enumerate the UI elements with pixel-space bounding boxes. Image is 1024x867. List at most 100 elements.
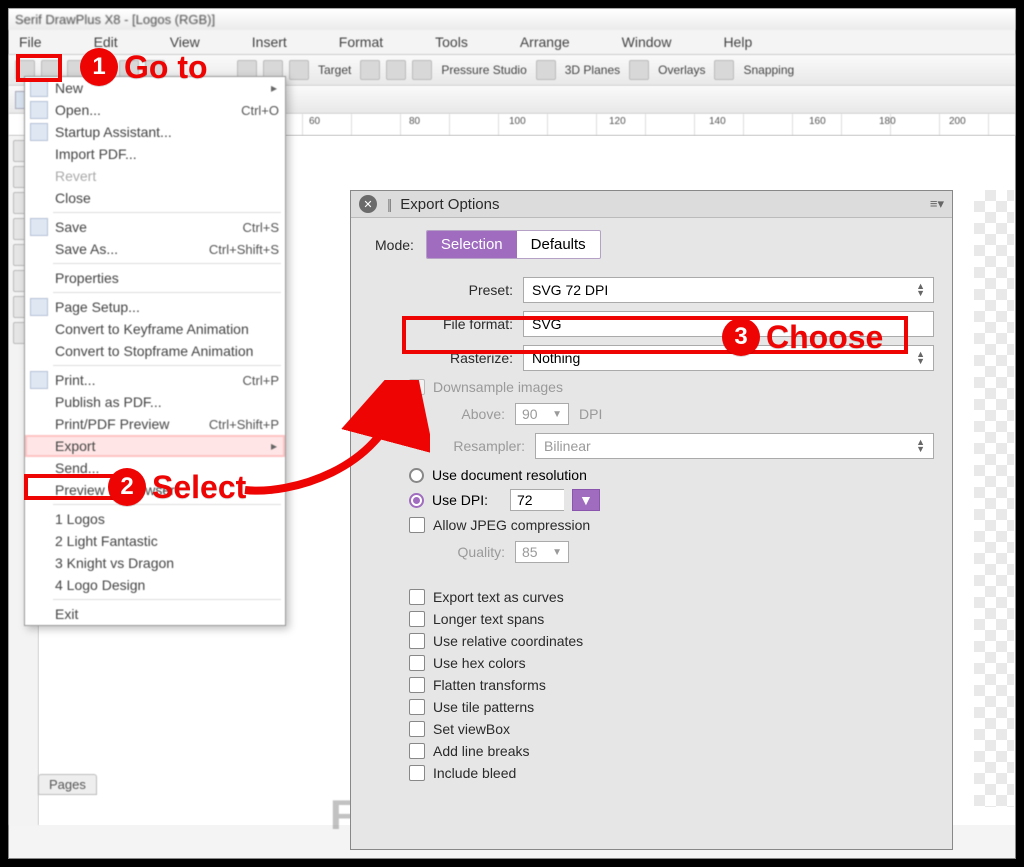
bleed-checkbox[interactable]: Include bleed xyxy=(409,765,934,781)
menu-arrange[interactable]: Arrange xyxy=(484,32,578,52)
annotation-2: 2 Select xyxy=(108,468,246,506)
resampler-select: Bilinear▲▼ xyxy=(535,433,934,459)
menu-item-label: Revert xyxy=(55,168,96,184)
file-menu-item[interactable]: Open... Ctrl+O xyxy=(25,99,285,121)
rasterize-value: Nothing xyxy=(532,350,580,366)
menu-item-icon xyxy=(30,218,48,236)
menu-item-label: Page Setup... xyxy=(55,299,140,315)
dialog-titlebar[interactable]: ✕ || Export Options ≡▾ xyxy=(351,191,952,218)
toolbar-icon[interactable] xyxy=(629,60,649,80)
longer-spans-checkbox[interactable]: Longer text spans xyxy=(409,611,934,627)
above-select: 90▼ xyxy=(515,403,569,425)
ruler-tick: 120 xyxy=(609,116,626,127)
file-menu-item[interactable]: SaveCtrl+S xyxy=(25,216,285,238)
menu-item-shortcut: Ctrl+O xyxy=(241,103,279,118)
tile-patterns-checkbox[interactable]: Use tile patterns xyxy=(409,699,934,715)
menu-window[interactable]: Window xyxy=(586,32,680,52)
preset-select[interactable]: SVG 72 DPI ▲▼ xyxy=(523,277,934,303)
pages-tab[interactable]: Pages xyxy=(38,774,97,795)
linebreaks-checkbox[interactable]: Add line breaks xyxy=(409,743,934,759)
menu-item-label: Print/PDF Preview xyxy=(55,416,169,432)
title-bar: Serif DrawPlus X8 - [Logos (RGB)] xyxy=(9,9,1015,30)
menu-item-label: 2 Light Fantastic xyxy=(55,533,158,549)
menu-item-label: 4 Logo Design xyxy=(55,577,145,593)
use-doc-res-radio[interactable]: Use document resolution xyxy=(409,467,934,483)
dpi-input[interactable]: 72 xyxy=(510,489,564,511)
ruler-tick: 200 xyxy=(949,116,966,127)
annotation-3-badge: 3 xyxy=(722,318,760,356)
toolbar-snapping[interactable]: Snapping xyxy=(740,63,797,77)
menu-item-icon xyxy=(30,101,48,119)
file-menu-item[interactable]: Import PDF... xyxy=(25,143,285,165)
format-value: SVG xyxy=(532,316,562,332)
mode-selection[interactable]: Selection xyxy=(427,231,517,258)
file-menu-item[interactable]: Startup Assistant... xyxy=(25,121,285,143)
transparency-checker xyxy=(974,190,1014,807)
file-menu-item[interactable]: Properties xyxy=(25,267,285,289)
use-dpi-radio[interactable]: Use DPI: 72 ▼ xyxy=(409,489,934,511)
dialog-menu-icon[interactable]: ≡▾ xyxy=(930,196,944,212)
menu-item-label: Open... xyxy=(55,102,101,118)
file-menu-item[interactable]: Page Setup... xyxy=(25,296,285,318)
mode-defaults[interactable]: Defaults xyxy=(517,231,600,258)
file-menu-item[interactable]: Exit xyxy=(25,603,285,625)
menu-item-label: Print... xyxy=(55,372,95,388)
toolbar-pressure[interactable]: Pressure Studio xyxy=(438,63,529,77)
dialog-title: Export Options xyxy=(400,196,499,213)
menu-format[interactable]: Format xyxy=(303,32,391,52)
toolbar-icon[interactable] xyxy=(360,60,380,80)
menu-item-icon xyxy=(30,79,48,97)
toolbar-target[interactable]: Target xyxy=(315,63,354,77)
viewbox-checkbox[interactable]: Set viewBox xyxy=(409,721,934,737)
menu-item-label: Save As... xyxy=(55,241,118,257)
downsample-checkbox[interactable]: Downsample images xyxy=(409,379,934,395)
ruler-tick: 60 xyxy=(309,116,320,127)
toolbar-icon[interactable] xyxy=(412,60,432,80)
menu-item-label: 3 Knight vs Dragon xyxy=(55,555,174,571)
file-menu-item[interactable]: Convert to Stopframe Animation xyxy=(25,340,285,362)
file-menu-item[interactable]: Save As... Ctrl+Shift+S xyxy=(25,238,285,260)
toolbar-icon[interactable] xyxy=(386,60,406,80)
menu-item-label: Publish as PDF... xyxy=(55,394,162,410)
menu-item-shortcut: Ctrl+Shift+S xyxy=(209,242,279,257)
quality-label: Quality: xyxy=(445,544,505,560)
menu-item-label: Send... xyxy=(55,460,99,476)
menu-item-label: Properties xyxy=(55,270,119,286)
file-menu-item[interactable]: Convert to Keyframe Animation xyxy=(25,318,285,340)
flatten-checkbox[interactable]: Flatten transforms xyxy=(409,677,934,693)
annotation-1: 1 Go to xyxy=(80,48,208,86)
menu-file[interactable]: File xyxy=(13,32,50,52)
annotation-3-text: Choose xyxy=(766,319,883,356)
menu-tools[interactable]: Tools xyxy=(399,32,476,52)
mode-label: Mode: xyxy=(375,237,414,253)
menu-item-label: Import PDF... xyxy=(55,146,137,162)
drag-handle-icon[interactable]: || xyxy=(387,196,390,212)
menu-insert[interactable]: Insert xyxy=(216,32,295,52)
preset-value: SVG 72 DPI xyxy=(532,282,608,298)
hex-colors-checkbox[interactable]: Use hex colors xyxy=(409,655,934,671)
allow-jpeg-checkbox[interactable]: Allow JPEG compression xyxy=(409,517,934,533)
toolbar-overlays[interactable]: Overlays xyxy=(655,63,708,77)
file-menu-item[interactable]: 2 Light Fantastic xyxy=(25,530,285,552)
annotation-1-badge: 1 xyxy=(80,48,118,86)
menu-item-label: New xyxy=(55,80,83,96)
menu-item-label: Export xyxy=(55,438,95,454)
toolbar-icon[interactable] xyxy=(289,60,309,80)
ruler-tick: 100 xyxy=(509,116,526,127)
menu-item-icon xyxy=(30,123,48,141)
ruler-tick: 160 xyxy=(809,116,826,127)
toolbar-icon[interactable] xyxy=(536,60,556,80)
file-menu-item[interactable]: Close xyxy=(25,187,285,209)
close-icon[interactable]: ✕ xyxy=(359,195,377,213)
rel-coords-checkbox[interactable]: Use relative coordinates xyxy=(409,633,934,649)
text-curves-checkbox[interactable]: Export text as curves xyxy=(409,589,934,605)
menu-item-icon xyxy=(30,298,48,316)
file-menu-item[interactable]: 3 Knight vs Dragon xyxy=(25,552,285,574)
menu-item-icon xyxy=(30,371,48,389)
file-menu-item[interactable]: 4 Logo Design xyxy=(25,574,285,596)
annotation-2-badge: 2 xyxy=(108,468,146,506)
toolbar-3dplanes[interactable]: 3D Planes xyxy=(562,63,623,77)
dpi-dropdown[interactable]: ▼ xyxy=(572,489,600,511)
toolbar-icon[interactable] xyxy=(714,60,734,80)
menu-help[interactable]: Help xyxy=(687,32,760,52)
